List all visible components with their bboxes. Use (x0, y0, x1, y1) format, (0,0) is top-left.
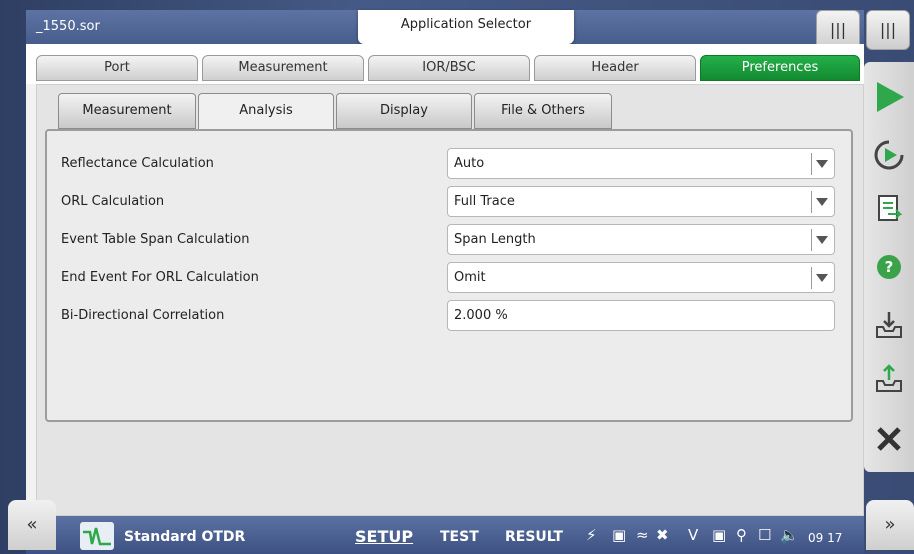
help-button[interactable]: ? (864, 242, 914, 292)
event-table-span-dropdown[interactable]: Span Length (447, 224, 835, 255)
start-button[interactable] (864, 72, 914, 122)
event-table-span-value: Span Length (454, 232, 536, 247)
bi-directional-correlation-label: Bi-Directional Correlation (61, 308, 225, 323)
subtab-analysis[interactable]: Analysis (198, 93, 334, 131)
app-name: Standard OTDR (124, 529, 246, 545)
chevron-down-icon (816, 236, 828, 244)
lan-icon: ☐ (758, 526, 772, 544)
otdr-trace-icon (83, 527, 111, 546)
import-icon (876, 312, 902, 338)
mode-result[interactable]: RESULT (505, 529, 563, 545)
subtab-file-others[interactable]: File & Others (474, 93, 612, 129)
left-panel-handle[interactable]: « (8, 500, 56, 550)
dropdown-divider (811, 267, 812, 289)
subtab-measurement[interactable]: Measurement (58, 93, 196, 129)
menu-handle-icon: ||| (879, 20, 897, 39)
tab-ior-bsc[interactable]: IOR/BSC (368, 55, 530, 81)
import-button[interactable] (864, 300, 914, 350)
mode-setup[interactable]: SETUP (355, 527, 413, 546)
satellite-icon: ⚲ (736, 526, 747, 544)
report-button[interactable] (864, 184, 914, 234)
sidebar-toggle-button[interactable]: ||| (866, 10, 910, 50)
report-icon (878, 195, 902, 221)
reflectance-calculation-dropdown[interactable]: Auto (447, 148, 835, 179)
subtab-display[interactable]: Display (336, 93, 472, 129)
tab-measurement[interactable]: Measurement (202, 55, 364, 81)
chevron-down-icon (816, 274, 828, 282)
continuous-acquisition-button[interactable] (864, 130, 914, 180)
help-icon: ? (877, 255, 901, 279)
bi-directional-correlation-value: 2.000 % (454, 308, 508, 323)
tab-port[interactable]: Port (36, 55, 198, 81)
otdr-app-button[interactable] (80, 522, 114, 550)
chevron-down-icon (816, 160, 828, 168)
dropdown-divider (811, 153, 812, 175)
file-name: _1550.sor (36, 19, 100, 34)
signal-icon: V (688, 526, 699, 544)
tab-header[interactable]: Header (534, 55, 696, 81)
clock: 09 17 (808, 531, 843, 545)
tab-preferences[interactable]: Preferences (700, 55, 860, 81)
reflectance-calculation-value: Auto (454, 156, 485, 171)
dropdown-divider (811, 191, 812, 213)
volume-icon: 🔈 (780, 526, 799, 544)
end-event-orl-dropdown[interactable]: Omit (447, 262, 835, 293)
export-icon (876, 364, 902, 392)
close-icon (877, 427, 901, 451)
continuous-icon (874, 140, 904, 170)
orl-calculation-label: ORL Calculation (61, 194, 165, 209)
reflectance-calculation-label: Reflectance Calculation (61, 156, 214, 171)
wifi-icon: ≈ (636, 526, 649, 544)
bi-directional-correlation-input[interactable]: 2.000 % (447, 300, 835, 331)
network-icon: ▣ (712, 526, 727, 544)
camera-icon: ▣ (612, 526, 627, 544)
mode-test[interactable]: TEST (440, 529, 479, 545)
menu-handle-icon: ||| (829, 20, 847, 39)
dropdown-divider (811, 229, 812, 251)
exit-button[interactable] (864, 414, 914, 464)
end-event-orl-value: Omit (454, 270, 486, 285)
power-plug-icon: ⚡ (586, 526, 597, 544)
bluetooth-icon: ✖ (656, 526, 669, 544)
export-button[interactable] (864, 354, 914, 404)
application-selector-button[interactable]: Application Selector (358, 10, 574, 44)
end-event-orl-label: End Event For ORL Calculation (61, 270, 259, 285)
orl-calculation-value: Full Trace (454, 194, 515, 209)
play-icon (877, 82, 904, 112)
event-table-span-label: Event Table Span Calculation (61, 232, 250, 247)
chevron-down-icon (816, 198, 828, 206)
right-panel-handle[interactable]: » (866, 500, 914, 550)
orl-calculation-dropdown[interactable]: Full Trace (447, 186, 835, 217)
